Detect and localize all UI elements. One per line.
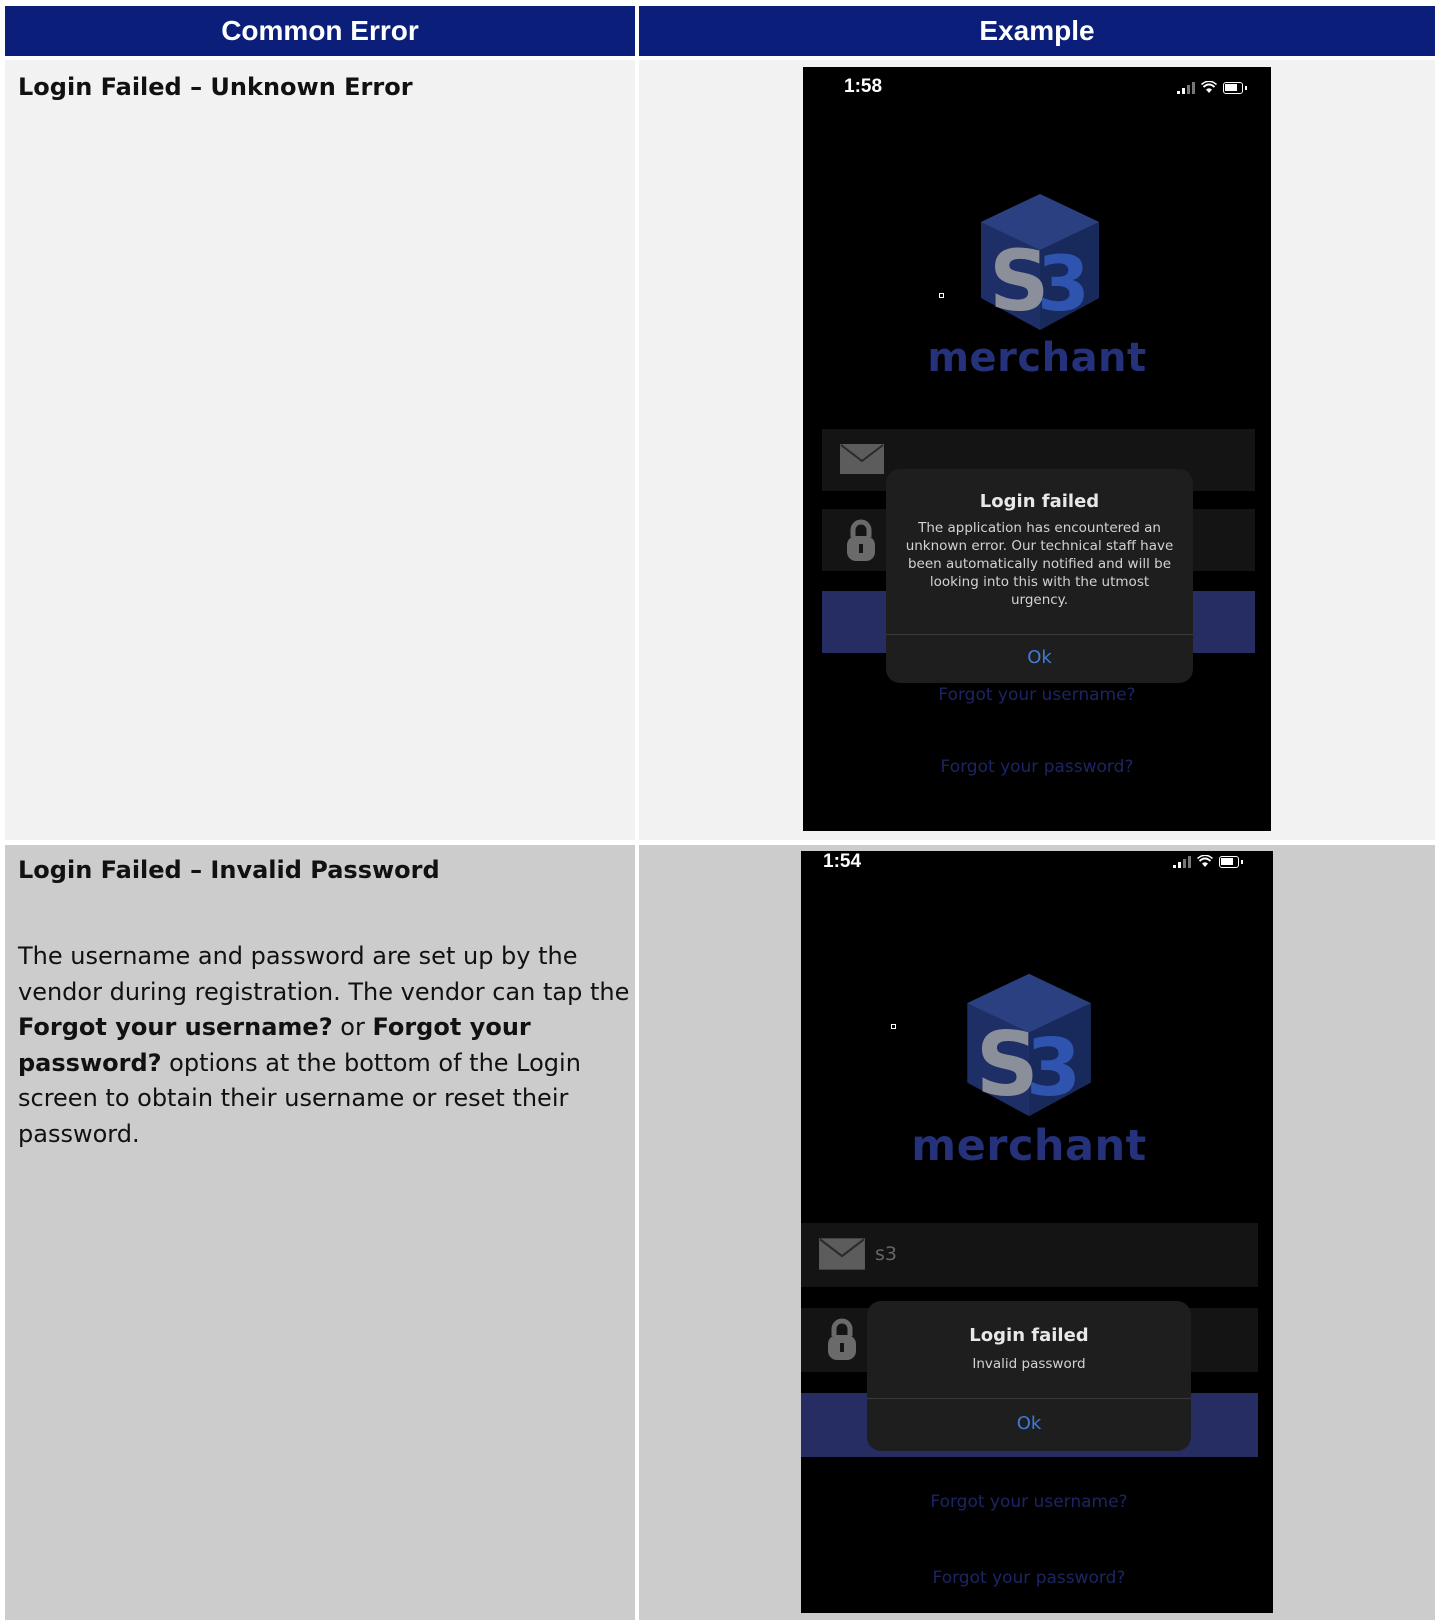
alert-separator	[867, 1398, 1191, 1399]
desc-forgot-username: Forgot your username?	[18, 1013, 333, 1041]
battery-icon	[1219, 856, 1243, 868]
lock-icon	[847, 519, 875, 561]
row2-description: The username and password are set up by …	[18, 939, 633, 1152]
brand-merchant: merchant	[911, 1121, 1147, 1171]
battery-icon	[1223, 82, 1247, 94]
row1-error-cell: Login Failed – Unknown Error	[5, 60, 635, 840]
row2-title: Login Failed – Invalid Password	[18, 856, 440, 884]
desc-text-1: The username and password are set up by …	[18, 942, 630, 1006]
forgot-password-link[interactable]: Forgot your password?	[801, 1568, 1257, 1588]
signal-icon	[1177, 82, 1195, 94]
alert-separator	[886, 634, 1193, 635]
username-field[interactable]: s3	[801, 1223, 1258, 1287]
alert-message: The application has encountered an unkno…	[905, 520, 1174, 608]
status-icons	[1177, 81, 1247, 94]
status-time: 1:54	[823, 851, 862, 872]
s3-cube-logo-icon: S 3	[967, 973, 1091, 1116]
alert-title: Login failed	[979, 491, 1100, 512]
row1-example-cell: 1:58 S 3 merchant Forgot your username? …	[639, 60, 1435, 840]
brand-merchant: merchant	[927, 335, 1147, 381]
alert-ok-button[interactable]: Ok	[886, 647, 1193, 668]
login-failed-alert: Login failed Invalid password Ok	[867, 1301, 1191, 1451]
login-failed-alert: Login failed The application has encount…	[886, 469, 1193, 683]
row2-example-cell: 1:54 S 3 merchant s3 Forgot your usernam…	[639, 845, 1435, 1620]
alert-ok-button[interactable]: Ok	[867, 1413, 1191, 1434]
svg-text:3: 3	[1026, 1021, 1081, 1114]
envelope-icon	[840, 444, 884, 474]
wifi-icon	[1201, 81, 1217, 93]
forgot-username-link[interactable]: Forgot your username?	[803, 685, 1271, 705]
wifi-icon	[1197, 855, 1213, 867]
row1-title: Login Failed – Unknown Error	[18, 73, 413, 101]
header-common-error: Common Error	[5, 6, 635, 56]
desc-text-2: or	[332, 1013, 373, 1041]
status-time: 1:58	[844, 76, 883, 97]
svg-text:3: 3	[1037, 239, 1090, 328]
header-example: Example	[639, 6, 1435, 56]
phone-screenshot-invalid-password: 1:54 S 3 merchant s3 Forgot your usernam…	[801, 851, 1273, 1613]
forgot-username-link[interactable]: Forgot your username?	[801, 1492, 1257, 1512]
signal-icon	[1173, 856, 1191, 868]
phone-screenshot-unknown-error: 1:58 S 3 merchant Forgot your username? …	[803, 67, 1271, 831]
lock-icon	[828, 1318, 856, 1360]
forgot-password-link[interactable]: Forgot your password?	[803, 757, 1271, 777]
alert-message: Invalid password	[972, 1356, 1086, 1372]
envelope-icon	[819, 1238, 865, 1270]
indicator-dot	[939, 293, 944, 298]
username-value: s3	[875, 1243, 897, 1265]
status-icons	[1173, 855, 1243, 868]
row2-error-cell: Login Failed – Invalid Password The user…	[5, 845, 635, 1620]
s3-cube-logo-icon: S 3	[981, 194, 1099, 330]
alert-title: Login failed	[969, 1325, 1089, 1346]
indicator-dot	[891, 1024, 896, 1029]
